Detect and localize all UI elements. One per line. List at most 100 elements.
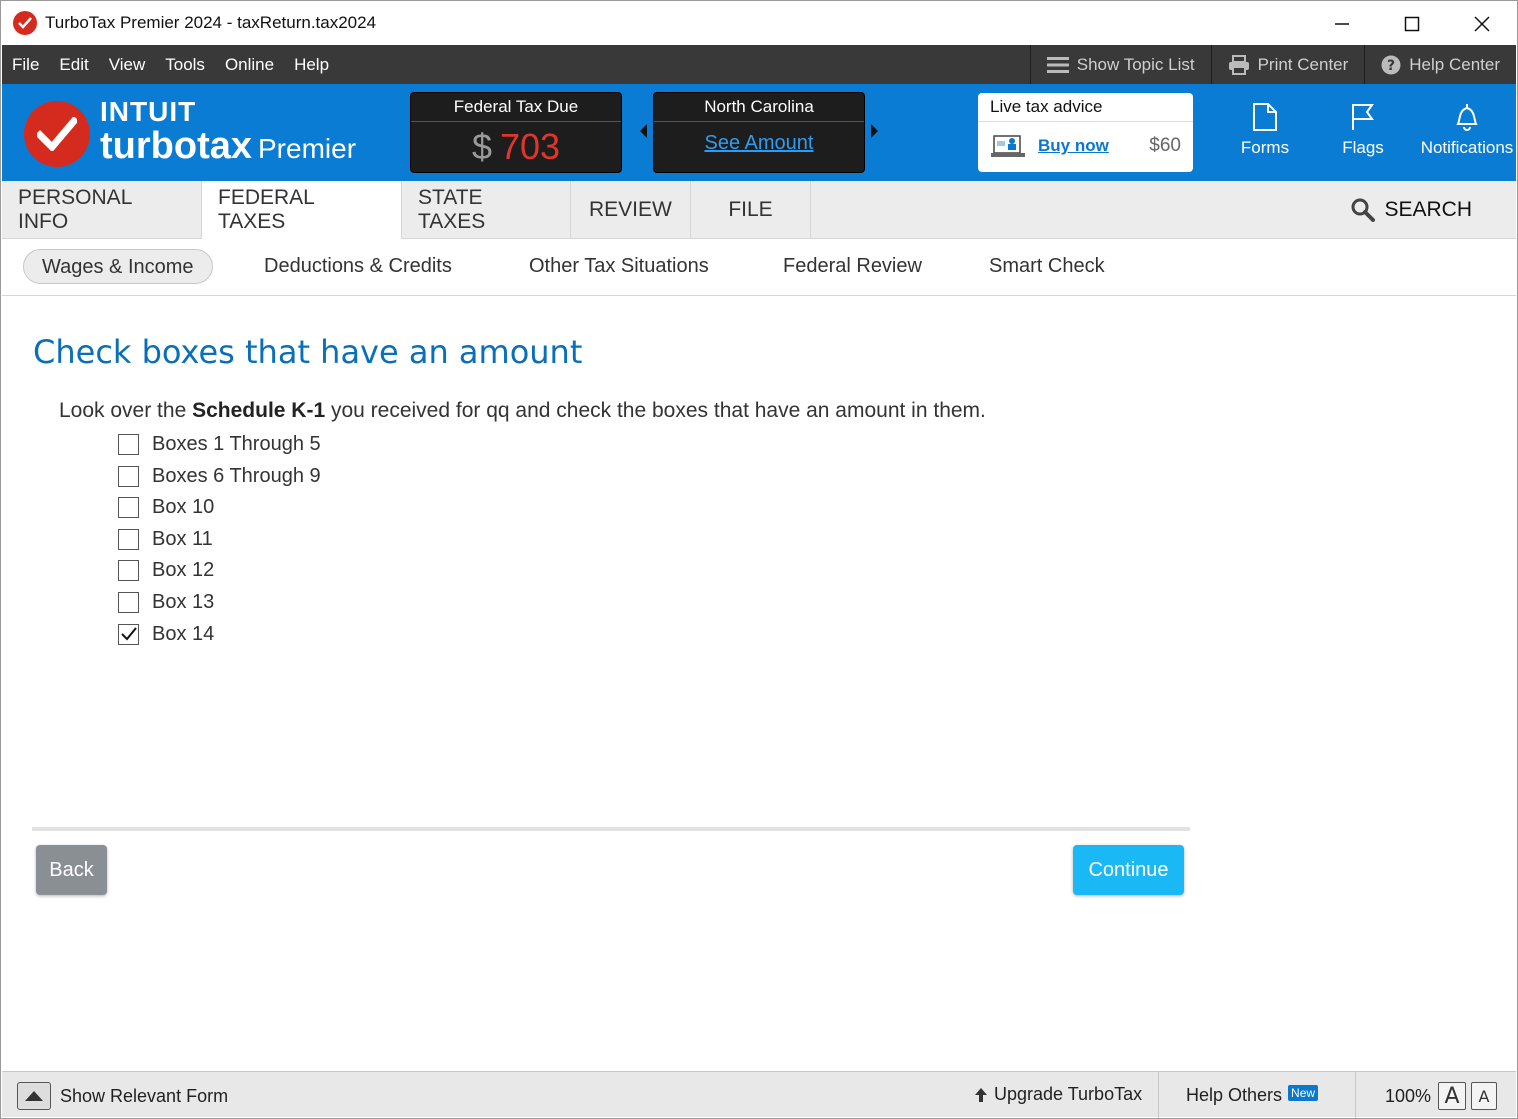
tab-state-taxes[interactable]: STATE TAXES [402,181,571,238]
arrow-up-icon [975,1087,987,1102]
option-label: Box 13 [152,590,215,613]
flags-button[interactable]: Flags [1338,102,1388,158]
option-label: Boxes 6 Through 9 [152,464,321,487]
option-box-10[interactable]: Box 10 [118,495,214,519]
option-box-11[interactable]: Box 11 [118,527,213,551]
print-center-button[interactable]: Print Center [1210,45,1365,84]
menu-online[interactable]: Online [215,55,284,75]
next-state-arrow[interactable] [871,124,878,138]
window-title: TurboTax Premier 2024 - taxReturn.tax202… [45,13,377,32]
menu-bar: File Edit View Tools Online Help Show To… [2,45,1516,84]
option-label: Boxes 1 Through 5 [152,432,321,455]
status-separator [1355,1072,1356,1118]
notifications-button[interactable]: Notifications [1420,102,1514,158]
zoom-level: 100% [1385,1086,1432,1106]
option-label: Box 11 [152,527,213,550]
menu-view[interactable]: View [99,55,156,75]
tab-personal-info[interactable]: PERSONAL INFO [2,181,202,238]
turbotax-logo: INTUIT turbotax Premier [24,98,356,169]
search-button[interactable]: SEARCH [1350,181,1472,238]
option-box-14[interactable]: Box 14 [118,622,214,646]
intro-text-start: Look over the [59,399,193,422]
logo-intuit-text: INTUIT [100,96,197,127]
search-label: SEARCH [1384,197,1472,221]
federal-tax-due-panel: Federal Tax Due $703 [410,92,622,173]
checkbox[interactable] [118,559,139,581]
menu-tools[interactable]: Tools [155,55,215,75]
tab-review[interactable]: REVIEW [571,181,691,238]
header-bar: INTUIT turbotax Premier Federal Tax Due $… [2,84,1516,181]
state-name-label: North Carolina [654,93,864,122]
svg-text:?: ? [1387,58,1395,74]
checkbox-checked[interactable] [118,623,139,645]
sub-navigation: Wages & Income Deductions & Credits Othe… [2,239,1516,296]
help-center-button[interactable]: ? Help Center [1364,45,1516,84]
federal-currency-symbol: $ [471,126,492,167]
show-topic-list-button[interactable]: Show Topic List [1029,45,1211,84]
title-bar: TurboTax Premier 2024 - taxReturn.tax202… [0,0,1518,45]
option-box-13[interactable]: Box 13 [118,590,214,614]
show-topic-list-label: Show Topic List [1076,54,1195,74]
minimize-button[interactable] [1307,1,1377,46]
checkmark-icon [120,627,137,641]
option-boxes-6-9[interactable]: Boxes 6 Through 9 [118,464,321,488]
live-tax-advice-panel: Live tax advice Buy now $60 [978,93,1193,172]
checkbox[interactable] [118,433,139,455]
laptop-advisor-icon [991,135,1025,157]
continue-button[interactable]: Continue [1073,845,1184,895]
subnav-wages-income[interactable]: Wages & Income [23,249,213,284]
subnav-federal-review[interactable]: Federal Review [783,249,922,284]
subnav-deductions-credits[interactable]: Deductions & Credits [264,249,452,284]
printer-icon [1228,54,1249,75]
status-separator [1158,1072,1159,1118]
federal-tax-amount: 703 [499,126,561,167]
forms-button[interactable]: Forms [1240,102,1290,158]
tab-file[interactable]: FILE [691,181,811,238]
option-boxes-1-5[interactable]: Boxes 1 Through 5 [118,432,321,456]
help-center-label: Help Center [1409,54,1500,74]
maximize-button[interactable] [1377,1,1447,46]
option-box-12[interactable]: Box 12 [118,558,214,582]
state-tax-panel: North Carolina See Amount [653,92,865,173]
help-others-button[interactable]: Help Others New [1186,1084,1319,1106]
logo-turbotax-text: turbotax [100,125,252,167]
turbotax-app-icon [13,11,37,35]
checkbox[interactable] [118,465,139,487]
menu-file[interactable]: File [2,55,49,75]
see-amount-link[interactable]: See Amount [705,132,814,154]
option-label: Box 10 [152,495,215,518]
font-size-large-button[interactable]: A [1438,1082,1466,1110]
menu-edit[interactable]: Edit [49,55,98,75]
checkbox[interactable] [118,591,139,613]
subnav-other-tax-situations[interactable]: Other Tax Situations [529,249,709,284]
forms-label: Forms [1240,138,1290,157]
upgrade-turbotax-button[interactable]: Upgrade TurboTax [974,1084,1142,1105]
subnav-smart-check[interactable]: Smart Check [989,249,1105,284]
checkbox[interactable] [118,496,139,518]
intro-text-end: you received for qq and check the boxes … [325,399,986,422]
notifications-label: Notifications [1420,138,1514,157]
buy-now-link[interactable]: Buy now [1038,136,1109,156]
bell-icon [1456,104,1478,131]
option-label: Box 14 [152,622,215,645]
flag-icon [1352,104,1374,130]
checkbox[interactable] [118,528,139,550]
print-center-label: Print Center [1257,54,1349,74]
tab-federal-taxes[interactable]: FEDERAL TAXES [202,181,402,239]
show-relevant-form-label[interactable]: Show Relevant Form [60,1086,228,1107]
triangle-up-icon [25,1091,43,1101]
list-icon [1046,56,1069,73]
font-size-small-button[interactable]: A [1471,1082,1497,1110]
previous-state-arrow[interactable] [640,124,647,138]
page-title: Check boxes that have an amount [33,333,583,371]
show-relevant-form-toggle[interactable] [17,1082,51,1110]
status-bar: Show Relevant Form Upgrade TurboTax Help… [2,1071,1516,1118]
menu-help[interactable]: Help [284,55,339,75]
back-button[interactable]: Back [36,845,107,895]
divider [32,827,1190,831]
close-button[interactable] [1447,1,1517,46]
checkmark-logo-icon [24,100,90,167]
search-icon [1351,198,1376,222]
federal-tax-due-label: Federal Tax Due [411,93,621,122]
intro-text-bold: Schedule K-1 [192,399,326,422]
